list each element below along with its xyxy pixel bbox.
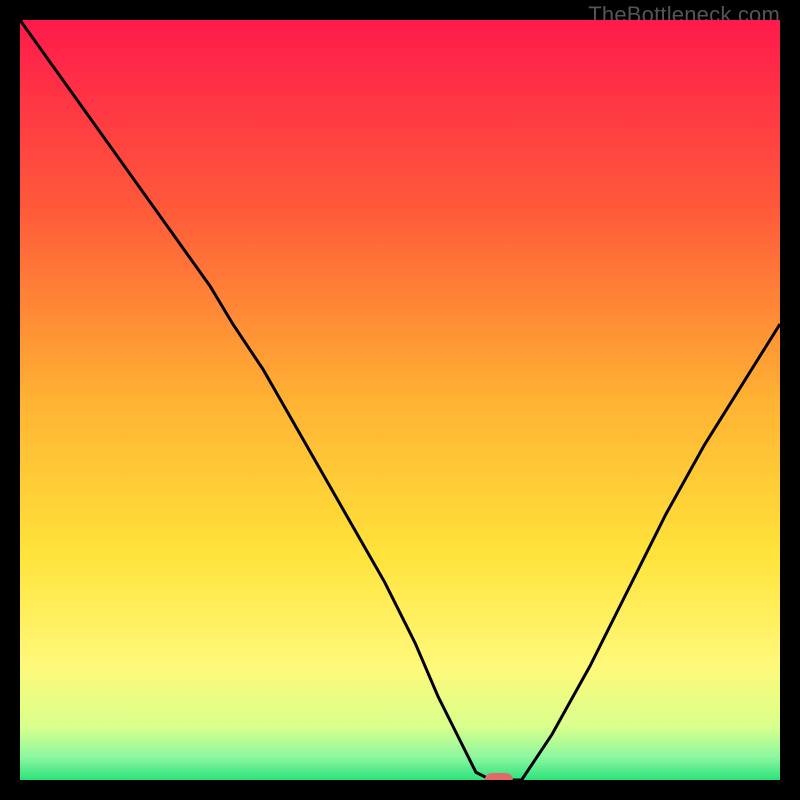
- gradient-background: [20, 20, 780, 780]
- plot-area: [20, 20, 780, 780]
- chart-svg: [20, 20, 780, 780]
- optimal-marker: [485, 773, 513, 780]
- chart-frame: TheBottleneck.com: [0, 0, 800, 800]
